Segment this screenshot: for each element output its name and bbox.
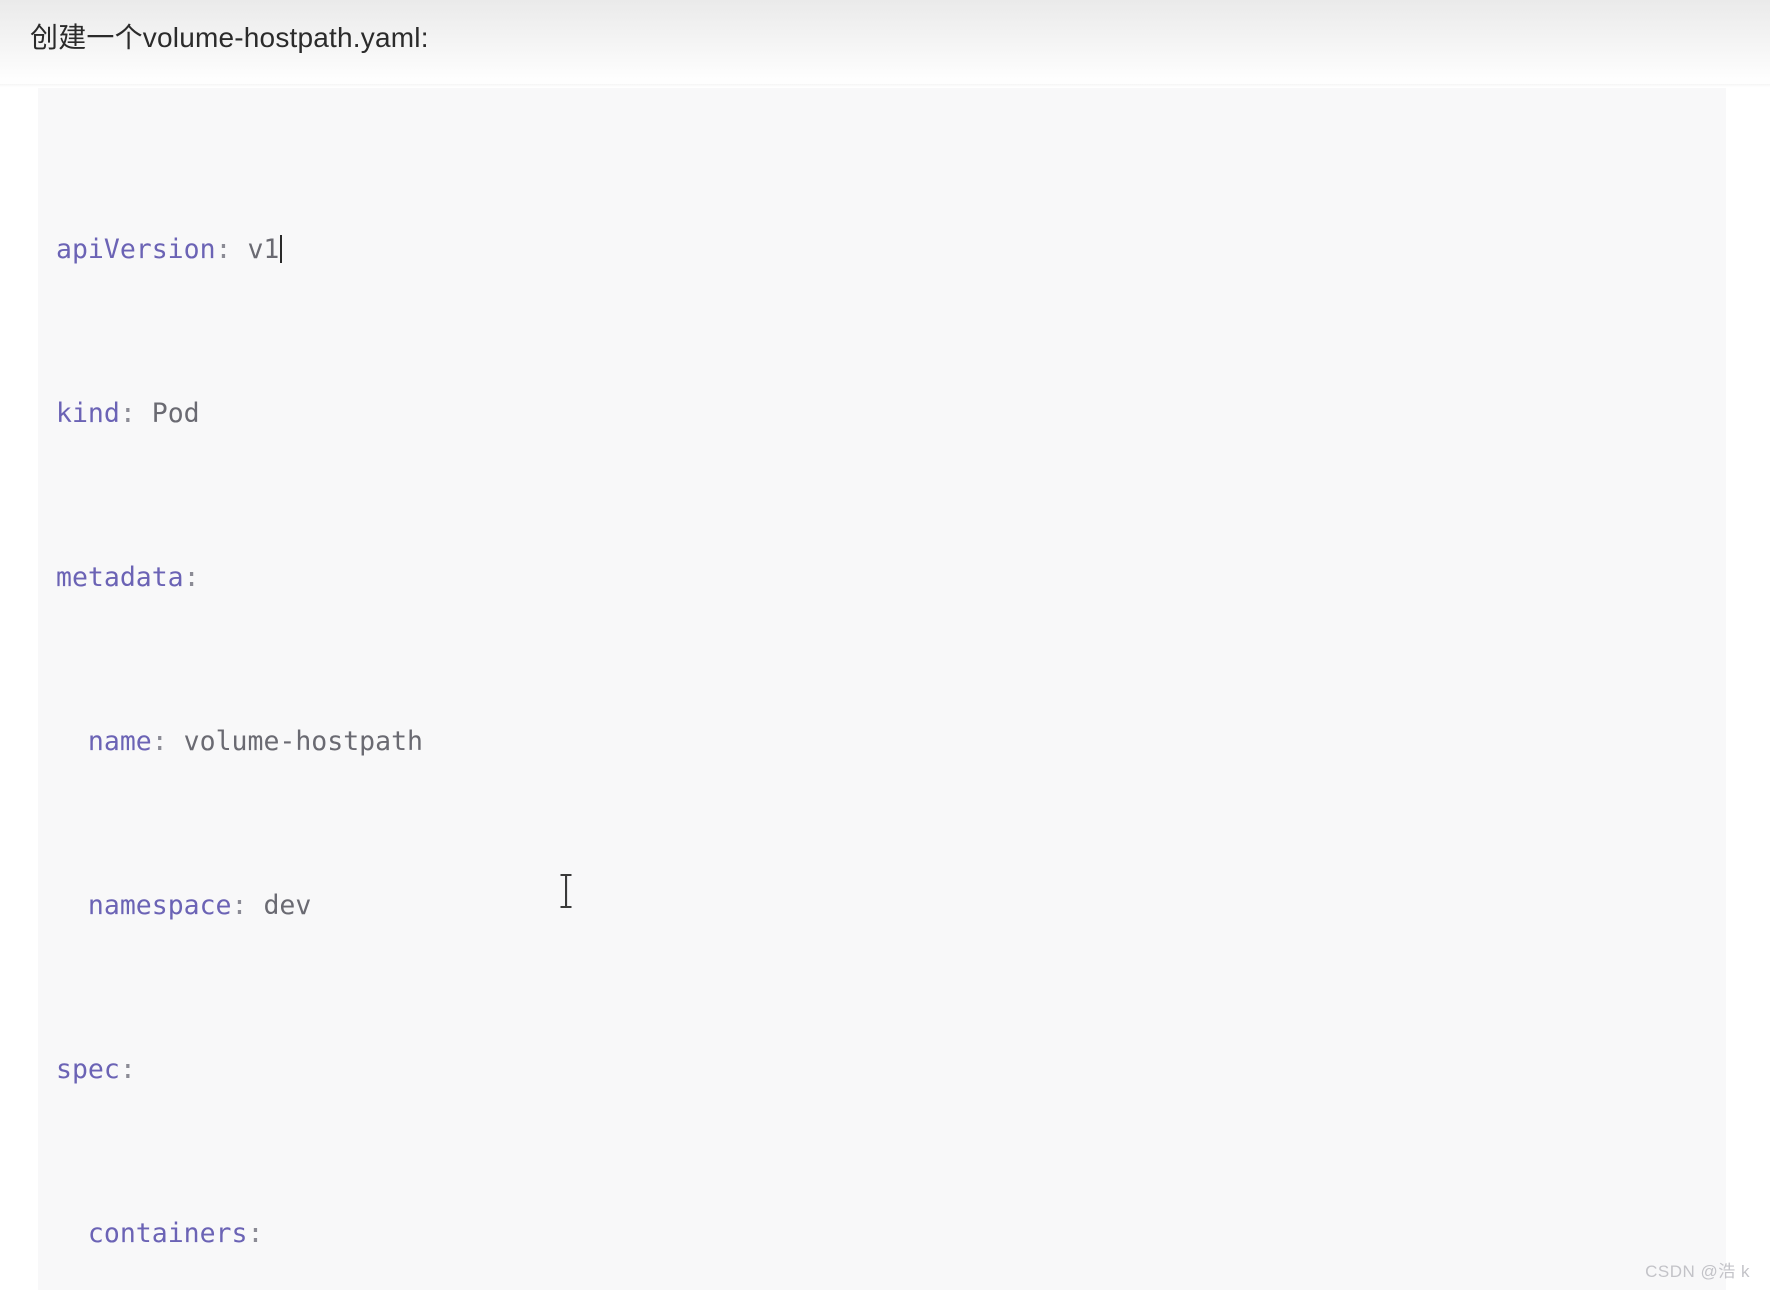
csdn-watermark: CSDN @浩 k (1645, 1262, 1750, 1281)
page-background-gradient-edge (0, 84, 1770, 87)
yaml-value: volume-hostpath (183, 726, 423, 757)
page-title: 创建一个volume-hostpath.yaml: (30, 22, 429, 53)
colon: : (119, 1054, 136, 1085)
colon: : (119, 398, 152, 429)
colon: : (215, 234, 248, 265)
yaml-key: kind (56, 398, 120, 429)
yaml-key: apiVersion (56, 234, 216, 265)
colon: : (231, 890, 264, 921)
yaml-key: name (87, 726, 152, 757)
yaml-key: namespace (87, 890, 232, 921)
code-line[interactable]: spec: (56, 1049, 1726, 1090)
yaml-key: containers (87, 1218, 248, 1249)
text-caret (280, 235, 283, 263)
code-line[interactable]: namespace: dev (56, 885, 1726, 926)
code-line[interactable]: name: volume-hostpath (56, 721, 1726, 762)
code-line[interactable]: containers: (56, 1213, 1726, 1254)
colon: : (247, 1218, 264, 1249)
yaml-key: metadata (56, 562, 184, 593)
yaml-value: v1 (247, 234, 280, 265)
colon: : (151, 726, 184, 757)
code-line[interactable]: kind: Pod (56, 393, 1726, 434)
yaml-key: spec (56, 1054, 120, 1085)
code-line[interactable]: apiVersion: v1 (56, 229, 1726, 270)
code-block[interactable]: apiVersion: v1 kind: Pod metadata: name:… (38, 88, 1726, 1290)
yaml-value: dev (263, 890, 312, 921)
code-lines[interactable]: apiVersion: v1 kind: Pod metadata: name:… (56, 106, 1726, 1290)
yaml-value: Pod (151, 398, 200, 429)
code-line[interactable]: metadata: (56, 557, 1726, 598)
colon: : (183, 562, 200, 593)
